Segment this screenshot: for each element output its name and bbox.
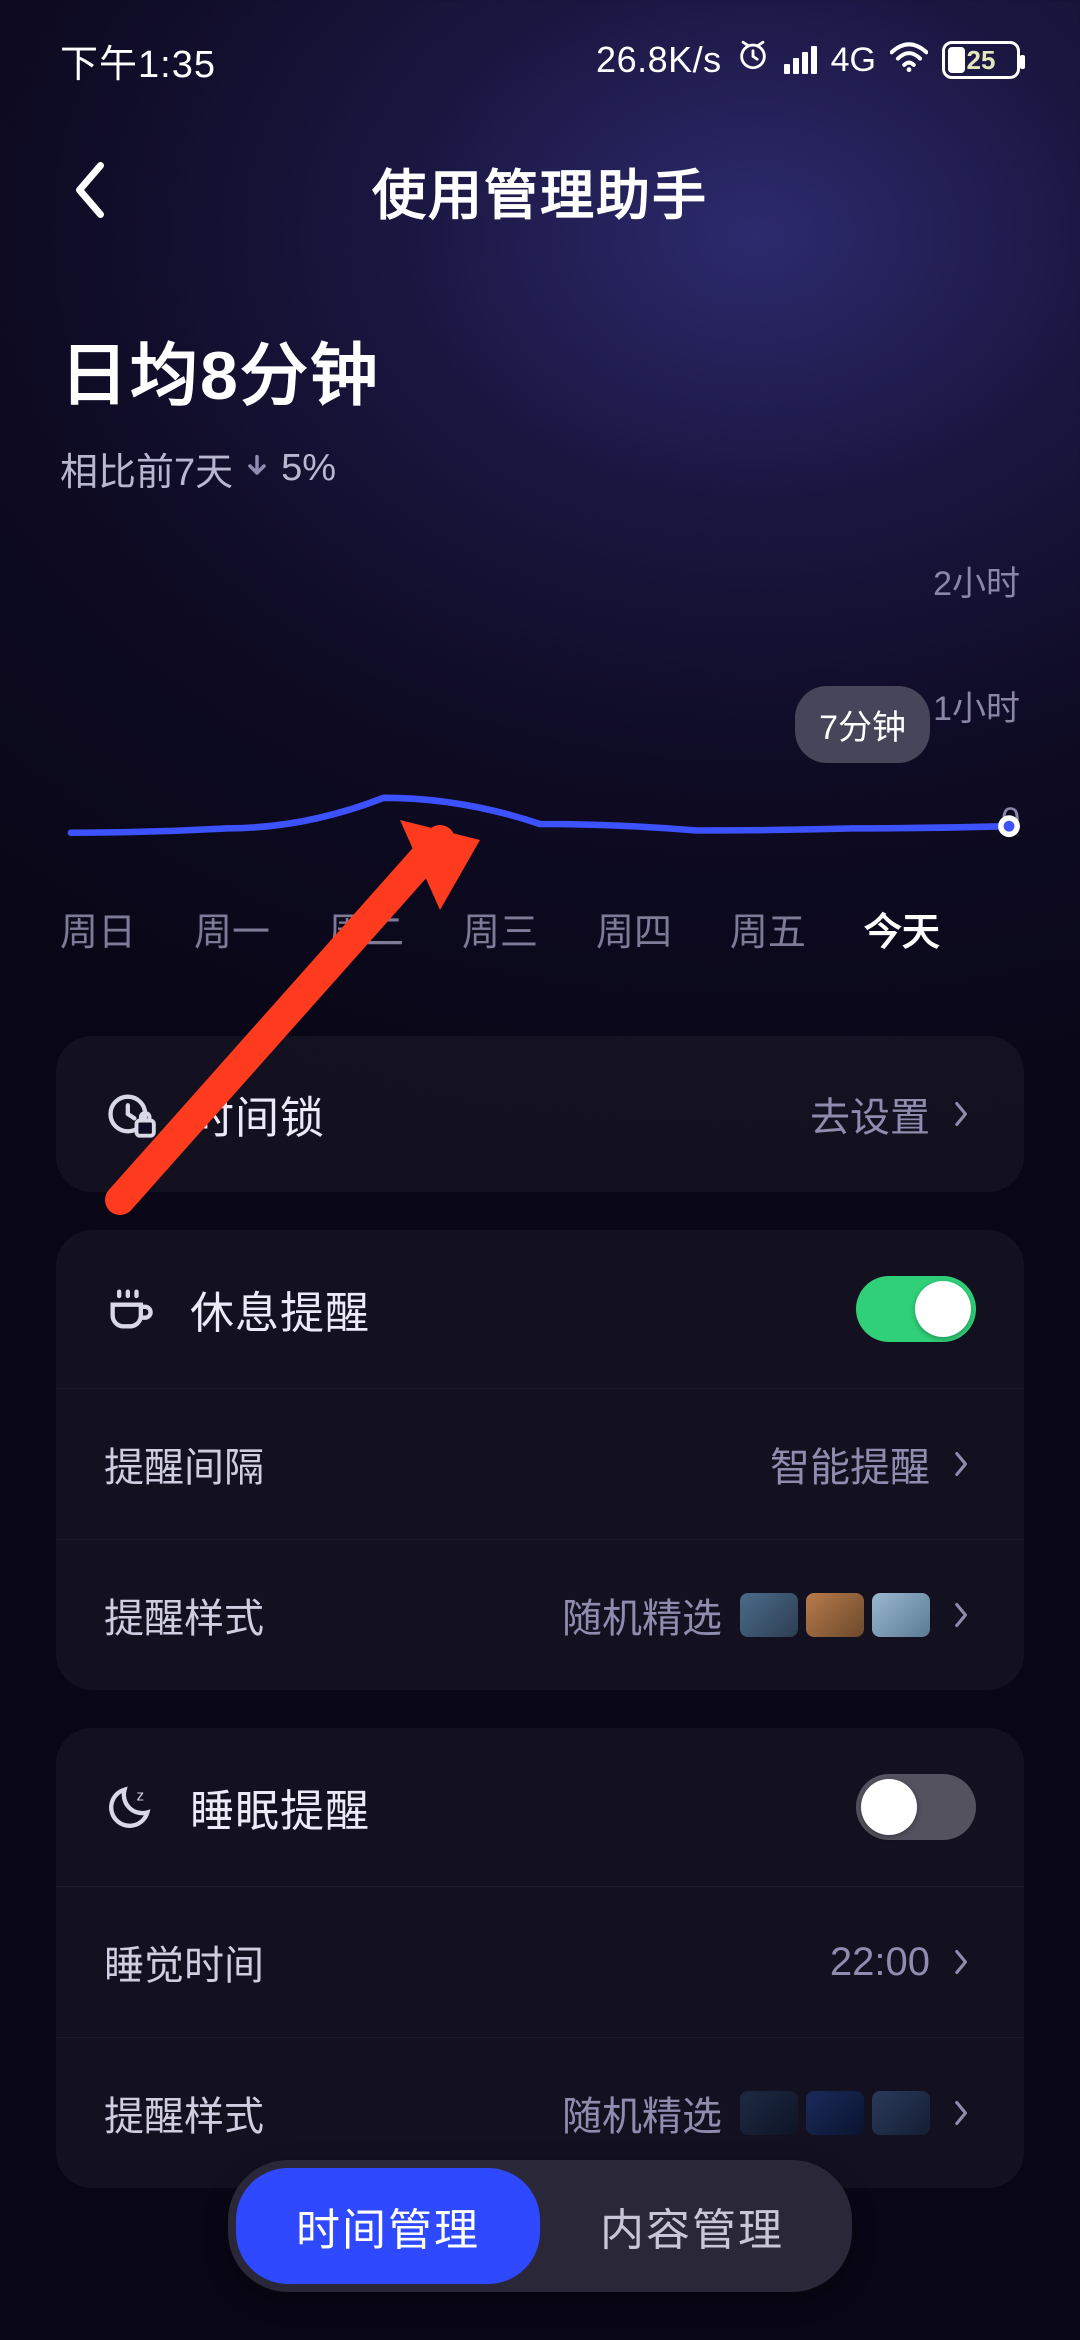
sleep-style-label: 提醒样式 [104, 2084, 264, 2142]
x-tick-label: 周日 [60, 901, 136, 956]
bedtime-row[interactable]: 睡觉时间 22:00 [56, 1886, 1024, 2037]
lock-timer-icon [104, 1088, 156, 1140]
alarm-icon [736, 38, 770, 82]
compare-prefix: 相比前7天 [60, 441, 233, 496]
page-title: 使用管理助手 [372, 151, 708, 230]
sleep-reminder-title: 睡眠提醒 [190, 1775, 370, 1839]
x-tick-label: 周一 [194, 901, 270, 956]
sleep-reminder-toggle[interactable] [856, 1774, 976, 1840]
reminder-style-value: 随机精选 [562, 1586, 722, 1644]
sleep-reminder-header: z 睡眠提醒 [56, 1728, 1024, 1886]
style-thumbnails [740, 2091, 930, 2135]
thumbnail-icon [872, 1593, 930, 1637]
x-tick-label: 周四 [596, 901, 672, 956]
daily-average: 日均8分钟 [60, 320, 1020, 419]
rest-reminder-toggle[interactable] [856, 1276, 976, 1342]
battery-icon: 25 [942, 41, 1020, 79]
reminder-style-label: 提醒样式 [104, 1586, 264, 1644]
x-tick-label: 周二 [328, 901, 404, 956]
back-button[interactable] [60, 160, 120, 220]
bedtime-label: 睡觉时间 [104, 1933, 264, 1991]
rest-reminder-card: 休息提醒 提醒间隔 智能提醒 提醒样式 随机精选 [56, 1230, 1024, 1690]
status-net-speed: 26.8K/s [596, 39, 722, 81]
compare-row: 相比前7天 5% [60, 441, 1020, 496]
thumbnail-icon [806, 2091, 864, 2135]
wifi-icon [890, 39, 928, 82]
time-lock-row[interactable]: 时间锁 去设置 [56, 1036, 1024, 1192]
compare-value: 5% [281, 447, 336, 490]
reminder-interval-value: 智能提醒 [770, 1435, 930, 1493]
sleep-style-value: 随机精选 [562, 2084, 722, 2142]
x-tick-label: 周三 [462, 901, 538, 956]
x-tick-label: 周五 [730, 901, 806, 956]
reminder-interval-label: 提醒间隔 [104, 1435, 264, 1493]
style-thumbnails [740, 1593, 930, 1637]
status-time: 下午1:35 [60, 33, 216, 88]
svg-text:z: z [137, 1788, 145, 1805]
coffee-icon [104, 1283, 156, 1335]
tab-time-management[interactable]: 时间管理 [236, 2168, 540, 2284]
rest-reminder-header: 休息提醒 [56, 1230, 1024, 1388]
moon-icon: z [104, 1781, 156, 1833]
header: 使用管理助手 [0, 120, 1080, 260]
sleep-reminder-card: z 睡眠提醒 睡觉时间 22:00 提醒样式 随机精选 [56, 1728, 1024, 2188]
signal-icon [784, 46, 817, 74]
time-lock-card: 时间锁 去设置 [56, 1036, 1024, 1192]
settings-cards: 时间锁 去设置 休息提醒 提醒间隔 智能提醒 [0, 956, 1080, 2340]
time-lock-title: 时间锁 [190, 1082, 325, 1146]
thumbnail-icon [740, 1593, 798, 1637]
summary-section: 日均8分钟 相比前7天 5% [0, 260, 1080, 496]
tab-content-management[interactable]: 内容管理 [540, 2168, 844, 2284]
bottom-segmented: 时间管理 内容管理 [0, 2160, 1080, 2292]
status-bar: 下午1:35 26.8K/s 4G 25 [0, 0, 1080, 120]
rest-reminder-title: 休息提醒 [190, 1277, 370, 1341]
thumbnail-icon [872, 2091, 930, 2135]
chevron-right-icon [948, 1601, 976, 1629]
x-tick-label: 今天 [864, 901, 940, 956]
chevron-right-icon [948, 1100, 976, 1128]
thumbnail-icon [806, 1593, 864, 1637]
chart-tooltip: 7分钟 [795, 686, 930, 763]
chevron-right-icon [948, 1450, 976, 1478]
time-lock-action: 去设置 [810, 1085, 930, 1143]
battery-percent: 25 [945, 45, 1017, 76]
down-arrow-icon [243, 447, 271, 490]
thumbnail-icon [740, 2091, 798, 2135]
status-right: 26.8K/s 4G 25 [596, 38, 1020, 82]
chart-x-axis: 周日 周一 周二 周三 周四 周五 今天 [60, 901, 940, 956]
usage-chart[interactable]: 2小时 1小时 0 7分钟 周日周一周二周三周四周五今天 [60, 536, 1020, 956]
bedtime-value: 22:00 [830, 1940, 930, 1985]
reminder-style-row[interactable]: 提醒样式 随机精选 [56, 1539, 1024, 1690]
reminder-interval-row[interactable]: 提醒间隔 智能提醒 [56, 1388, 1024, 1539]
network-type: 4G [831, 41, 876, 80]
chevron-right-icon [948, 1948, 976, 1976]
chevron-right-icon [948, 2099, 976, 2127]
